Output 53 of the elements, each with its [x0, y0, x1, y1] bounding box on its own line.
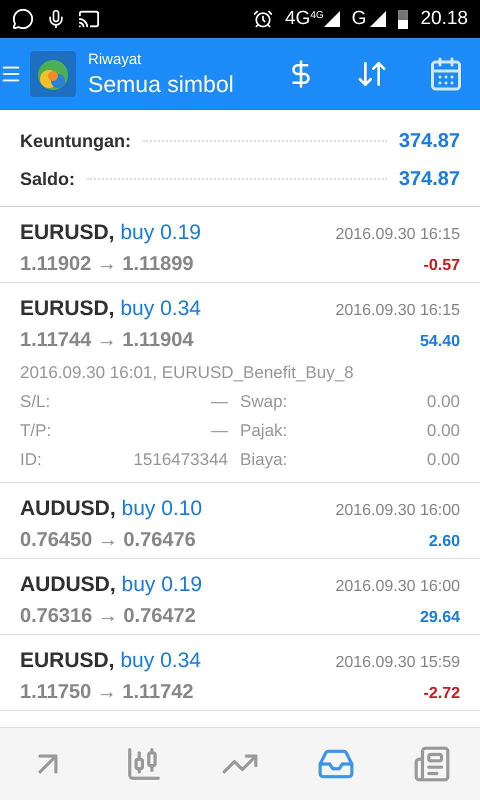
trade-title: AUDUSD, buy 0.10	[20, 496, 202, 522]
trade-title: EURUSD, buy 0.19	[20, 220, 201, 246]
detail-label: Swap:	[240, 391, 288, 413]
summary-value: 374.87	[398, 167, 460, 192]
trade-time: 2016.09.30 15:59	[335, 653, 460, 673]
summary-value: 374.87	[398, 129, 460, 154]
trade-profit: -0.57	[424, 256, 460, 276]
signal-icon	[370, 11, 386, 27]
detail-value: 0.00	[426, 391, 460, 413]
trade-profit: -2.72	[424, 684, 460, 704]
detail-label: Pajak:	[240, 420, 288, 442]
cast-icon	[78, 8, 100, 30]
trade-time: 2016.09.30 16:00	[335, 501, 460, 521]
app-logo-icon[interactable]	[30, 51, 76, 97]
summary-label: Keuntungan:	[20, 130, 131, 153]
price-range: 0.76316 → 0.76472	[20, 604, 196, 629]
trade-comment: 2016.09.30 16:01, EURUSD_Benefit_Buy_8	[20, 362, 355, 384]
trade-profit: 54.40	[420, 332, 460, 352]
detail-label: Biaya:	[240, 449, 288, 471]
trade-title: EURUSD, buy 0.34	[20, 296, 201, 322]
battery-icon	[398, 9, 408, 29]
newspaper-icon	[413, 745, 451, 783]
detail-value: —	[211, 420, 228, 442]
network-label: G	[352, 6, 366, 31]
detail-value: 0.00	[426, 420, 460, 442]
price-range: 1.11750 → 1.11742	[20, 680, 194, 705]
trade-time: 2016.09.30 16:15	[335, 301, 460, 321]
price-range: 1.11744 → 1.11904	[20, 328, 194, 353]
trade-profit: 29.64	[420, 608, 460, 628]
detail-value: 1516473344	[133, 449, 228, 471]
alarm-icon	[252, 9, 273, 29]
candlestick-icon	[125, 745, 163, 783]
detail-label: S/L:	[20, 391, 50, 413]
detail-value: 0.00	[426, 449, 460, 471]
trade-time: 2016.09.30 16:15	[335, 225, 460, 245]
trade-title: EURUSD, buy 0.34	[20, 648, 201, 674]
detail-value: —	[211, 391, 228, 413]
signal-icon	[324, 11, 340, 27]
summary-label: Saldo:	[20, 168, 76, 190]
trade-title: AUDUSD, buy 0.19	[20, 572, 202, 598]
screen-subtitle[interactable]: Semua simbol	[88, 70, 234, 98]
calendar-icon[interactable]	[428, 56, 464, 92]
trade-profit: 2.60	[428, 532, 460, 552]
chat-bubble-icon	[12, 8, 34, 30]
price-range: 0.76450 → 0.76476	[20, 528, 196, 553]
network-superscript-label: 4G	[310, 9, 324, 23]
detail-label: ID:	[20, 449, 42, 471]
price-range: 1.11902 → 1.11899	[20, 252, 194, 277]
network-label: 4G	[284, 6, 310, 31]
screen-title: Riwayat	[88, 50, 142, 70]
clock: 20.18	[420, 6, 468, 31]
detail-label: T/P:	[20, 420, 52, 442]
trade-time: 2016.09.30 16:00	[335, 577, 460, 597]
